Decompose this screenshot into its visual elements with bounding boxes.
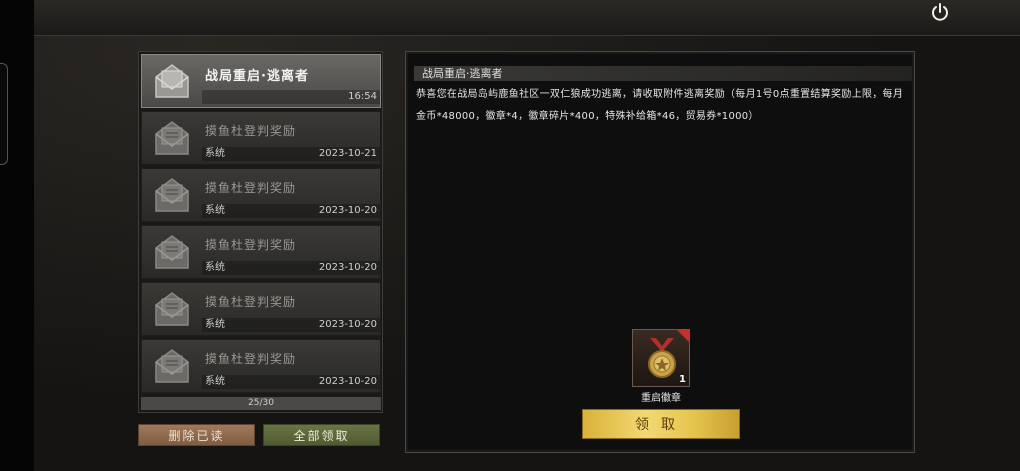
mail-date: 2023-10-20 [318, 262, 377, 273]
power-icon[interactable] [926, 0, 954, 24]
mail-count: 25/30 [141, 397, 381, 410]
mail-list-item[interactable]: 摸鱼杜登判奖励 系统 2023-10-21 [141, 111, 381, 165]
reward-name: 重启徽章 [641, 393, 681, 404]
delete-read-button[interactable]: 删除已读 [138, 424, 255, 446]
mail-meta: 系统 2023-10-20 [202, 204, 380, 218]
mail-list-item[interactable]: 摸鱼杜登判奖励 系统 2023-10-20 [141, 168, 381, 222]
mail-date: 2023-10-20 [318, 376, 377, 387]
mail-title: 摸鱼杜登判奖励 [205, 295, 297, 309]
mail-title: 战局重启·逃离者 [205, 69, 309, 84]
mail-sender: 系统 [205, 148, 225, 159]
mail-list-item[interactable]: 摸鱼杜登判奖励 系统 2023-10-20 [141, 225, 381, 279]
mail-sender: 系统 [205, 376, 225, 387]
mail-meta: 系统 2023-10-20 [202, 318, 380, 332]
mail-date: 2023-10-20 [318, 319, 377, 330]
reward-badge [677, 330, 689, 342]
mail-list-item[interactable]: 摸鱼杜登判奖励 系统 2023-10-20 [141, 339, 381, 393]
detail-title: 战局重启·逃离者 [422, 67, 503, 80]
mail-meta: 系统 2023-10-20 [202, 375, 380, 389]
mail-sender: 系统 [205, 319, 225, 330]
mail-list-item[interactable]: 战局重启·逃离者 16:54 [141, 54, 381, 108]
mail-meta: 系统 2023-10-21 [202, 147, 380, 161]
mail-title: 摸鱼杜登判奖励 [205, 124, 297, 138]
envelope-open-icon [152, 118, 192, 158]
envelope-open-icon [152, 61, 192, 101]
mail-title: 摸鱼杜登判奖励 [205, 352, 297, 366]
detail-body: 恭喜您在战局岛屿鹿鱼社区一双仁狼成功逃离，请收取附件逃离奖励（每月1号0点重置结… [416, 89, 904, 122]
reward-item[interactable]: 1 [632, 329, 690, 387]
mail-meta: 系统 2023-10-20 [202, 261, 380, 275]
top-bar [34, 0, 1020, 36]
collect-all-button[interactable]: 全部领取 [263, 424, 380, 446]
envelope-open-icon [152, 232, 192, 272]
reward-count: 1 [679, 374, 686, 385]
detail-header: 战局重启·逃离者 [414, 66, 912, 81]
mail-meta: 16:54 [202, 90, 380, 104]
envelope-open-icon [152, 175, 192, 215]
envelope-open-icon [152, 346, 192, 386]
mail-title: 摸鱼杜登判奖励 [205, 238, 297, 252]
device-notch [0, 63, 8, 165]
mail-date: 2023-10-21 [318, 148, 377, 159]
collect-button[interactable]: 领取 [582, 409, 740, 439]
mail-list-item[interactable]: 摸鱼杜登判奖励 系统 2023-10-20 [141, 282, 381, 336]
mail-date: 16:54 [348, 91, 377, 102]
mail-sender: 系统 [205, 205, 225, 216]
envelope-open-icon [152, 289, 192, 329]
mail-title: 摸鱼杜登判奖励 [205, 181, 297, 195]
medal-icon [642, 336, 682, 386]
mail-list: 战局重启·逃离者 16:54 摸鱼杜登判奖励 系统 2023-10-21 摸鱼杜… [138, 51, 383, 413]
mail-sender: 系统 [205, 262, 225, 273]
mail-date: 2023-10-20 [318, 205, 377, 216]
